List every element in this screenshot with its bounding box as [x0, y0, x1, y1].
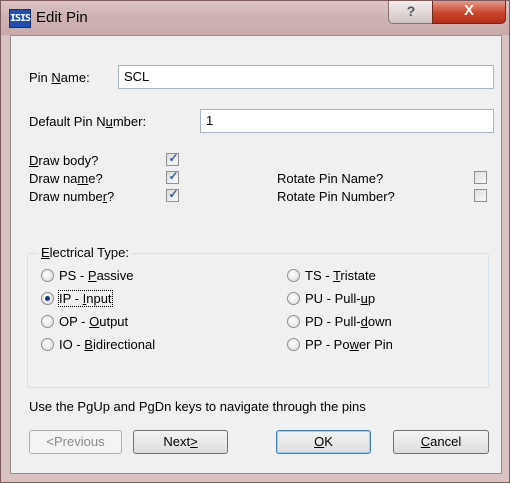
radio-io-bidirectional[interactable] — [41, 338, 54, 351]
radio-op-output[interactable] — [41, 315, 54, 328]
edit-pin-window: ISIS Edit Pin ? X Pin Name: SCL Default … — [0, 0, 510, 483]
checkmark-icon: ✓ — [168, 169, 179, 183]
radio-pu-pull-up[interactable] — [287, 292, 300, 305]
rotate-pin-name-label: Rotate Pin Name? — [277, 171, 384, 186]
cancel-button[interactable]: Cancel — [393, 430, 489, 454]
radio-pd-pull-down[interactable] — [287, 315, 300, 328]
rotate-pin-name-checkbox[interactable] — [474, 171, 487, 184]
title-bar[interactable]: ISIS Edit Pin ? X — [1, 1, 509, 35]
ts-tristate-label: TS - Tristate — [305, 268, 376, 283]
checkmark-icon: ✓ — [168, 187, 179, 201]
radio-pp-power-pin[interactable] — [287, 338, 300, 351]
pin-name-label: Pin Name: — [29, 70, 90, 85]
radio-ip-input[interactable] — [41, 292, 54, 305]
previous-button[interactable]: <Previous — [29, 430, 122, 454]
dialog-body: Pin Name: SCL Default Pin Number: 1 Draw… — [10, 35, 502, 474]
draw-name-checkbox[interactable]: ✓ — [166, 169, 179, 184]
isis-app-icon: ISIS — [9, 9, 31, 28]
pin-name-input[interactable]: SCL — [118, 65, 494, 89]
draw-body-label: Draw body? — [29, 153, 99, 168]
io-bidirectional-label: IO - Bidirectional — [59, 337, 156, 352]
draw-number-label: Draw number? — [29, 189, 115, 204]
ip-input-label: IP - Input — [58, 290, 113, 307]
window-title: Edit Pin — [36, 9, 88, 26]
default-pin-number-input[interactable]: 1 — [200, 109, 494, 133]
checkmark-icon: ✓ — [168, 151, 179, 165]
op-output-label: OP - Output — [59, 314, 129, 329]
draw-number-checkbox[interactable]: ✓ — [166, 187, 179, 202]
navigation-hint: Use the PgUp and PgDn keys to navigate t… — [29, 399, 366, 414]
rotate-pin-number-checkbox[interactable] — [474, 189, 487, 202]
next-button[interactable]: Next> — [133, 430, 228, 454]
rotate-pin-number-label: Rotate Pin Number? — [277, 189, 395, 204]
ok-button[interactable]: OK — [276, 430, 371, 454]
close-button[interactable]: X — [432, 1, 506, 24]
draw-body-checkbox[interactable]: ✓ — [166, 151, 179, 166]
default-pin-number-label: Default Pin Number: — [29, 114, 147, 129]
radio-ps-passive[interactable] — [41, 269, 54, 282]
pu-pull-up-label: PU - Pull-up — [305, 291, 376, 306]
help-button[interactable]: ? — [388, 1, 434, 24]
pp-power-pin-label: PP - Power Pin — [305, 337, 393, 352]
pd-pull-down-label: PD - Pull-down — [305, 314, 392, 329]
draw-name-label: Draw name? — [29, 171, 103, 186]
radio-ts-tristate[interactable] — [287, 269, 300, 282]
ps-passive-label: PS - Passive — [59, 268, 134, 283]
radio-selected-dot — [45, 296, 50, 301]
electrical-type-title: Electrical Type: — [38, 245, 132, 260]
